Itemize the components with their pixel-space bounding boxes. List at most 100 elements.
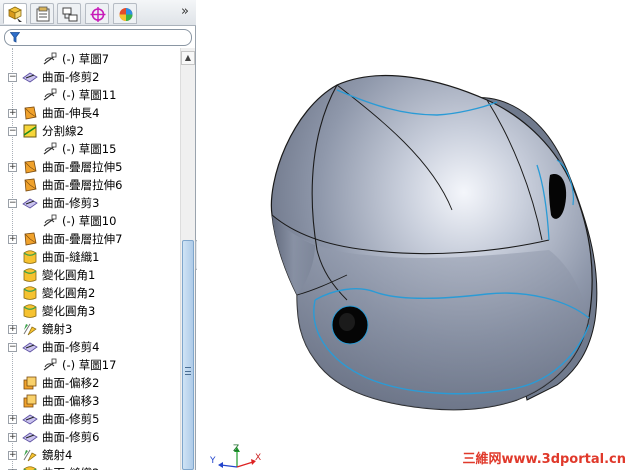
tab-dimxpert-manager[interactable] [85,3,109,24]
tree-item-label: 曲面-縫織1 [42,250,100,264]
axis-triad-icon: Z Y X [209,444,261,468]
tree-item[interactable]: − 分割線2 [0,122,180,140]
tree-item[interactable]: + 曲面-伸長4 [0,104,180,122]
tree-item-label: 變化圓角1 [42,268,96,282]
tree-item-label: 曲面-疊層拉伸5 [42,160,123,174]
expand-plus-icon[interactable]: + [8,235,17,244]
collapse-minus-icon[interactable]: − [8,73,17,82]
collapse-minus-icon[interactable]: − [8,127,17,136]
tree-item-label: 鏡射3 [42,322,73,336]
sketch-icon [42,51,58,67]
surface-knit-icon [22,465,38,470]
surface-loft-icon [22,231,38,247]
tree-item[interactable]: (-) 草圖15 [0,140,180,158]
surface-trim-icon [22,411,38,427]
expand-plus-icon[interactable]: + [8,451,17,460]
surface-offset-icon [22,375,38,391]
tree-item-label: 曲面-疊層拉伸7 [42,232,123,246]
surface-offset-icon [22,393,38,409]
collapse-minus-icon[interactable]: − [8,343,17,352]
surface-extrude-icon [22,105,38,121]
tree-item-label: 曲面-疊層拉伸6 [42,178,123,192]
feature-tree: (-) 草圖7 − 曲面-修剪2 (-) 草圖11 + 曲面-伸長4 − 分割線2 (-) 草圖… [0,48,180,470]
mirror-icon [22,321,38,337]
tree-item-label: (-) 草圖15 [62,142,117,156]
tree-item[interactable]: 曲面-偏移2 [0,374,180,392]
tree-scrollbar[interactable]: ▲ [180,48,195,470]
tree-item[interactable]: 變化圓角3 [0,302,180,320]
tree-item-label: 分割線2 [42,124,84,138]
expand-plus-icon[interactable]: + [8,433,17,442]
scrollbar-thumb[interactable] [182,240,194,470]
axis-y-label: Y [209,456,216,466]
tree-item-label: (-) 草圖7 [62,52,110,66]
axis-z-label: Z [233,444,239,454]
tree-item-label: (-) 草圖10 [62,214,117,228]
collapse-minus-icon[interactable]: − [8,199,17,208]
tree-item[interactable]: 變化圓角2 [0,284,180,302]
expand-plus-icon[interactable]: + [8,415,17,424]
panel-tab-bar: » [0,0,196,26]
axis-x-label: X [255,453,261,463]
tab-property-manager[interactable] [30,3,54,24]
sketch-icon [42,87,58,103]
app-window: » (-) 草圖7− 曲面-修剪2 (-) 草圖11 + 曲面-伸長4− 分割線2 (-) … [0,0,630,470]
tree-item-label: (-) 草圖17 [62,358,117,372]
tree-item[interactable]: (-) 草圖11 [0,86,180,104]
tree-item-label: 曲面-偏移3 [42,394,100,408]
graphics-viewport[interactable]: Z Y X 三維网www.3dportal.cn [197,0,630,470]
tree-item-label: 曲面-偏移2 [42,376,100,390]
tree-item[interactable]: (-) 草圖7 [0,50,180,68]
tree-item[interactable]: − 曲面-修剪3 [0,194,180,212]
surface-trim-icon [22,195,38,211]
tree-item[interactable]: + 鏡射3 [0,320,180,338]
tree-item-label: 曲面-縫織2 [42,464,99,470]
surface-trim-icon [22,429,38,445]
tree-item-label: 變化圓角2 [42,286,96,300]
tree-item[interactable]: (-) 草圖10 [0,212,180,230]
helmet-model[interactable] [197,0,630,470]
tree-item[interactable]: +曲面-縫織2 [0,464,180,470]
tree-item[interactable]: (-) 草圖17 [0,356,180,374]
tabs-overflow-button[interactable]: » [178,4,192,20]
scroll-up-arrow-icon[interactable]: ▲ [181,51,195,65]
filter-funnel-icon [10,32,20,43]
property-manager-icon [36,6,50,22]
expand-plus-icon[interactable]: + [8,325,17,334]
tree-filter-input[interactable] [4,29,192,46]
view-triad: Z Y X [207,443,267,470]
tree-item[interactable]: − 曲面-修剪2 [0,68,180,86]
sketch-icon [42,213,58,229]
tree-item[interactable]: 曲面-縫織1 [0,248,180,266]
variable-fillet-icon [22,285,38,301]
tree-item[interactable]: − 曲面-修剪4 [0,338,180,356]
feature-tree-icon [8,6,22,22]
tab-feature-manager[interactable] [3,3,27,24]
watermark-text: 三維网www.3dportal.cn [462,452,626,467]
tree-item-label: 曲面-伸長4 [42,106,100,120]
variable-fillet-icon [22,303,38,319]
tree-item-label: 變化圓角3 [42,304,96,318]
tree-item[interactable]: + 鏡射4 [0,446,180,464]
mirror-icon [22,447,38,463]
tree-item[interactable]: + 曲面-修剪5 [0,410,180,428]
tree-item[interactable]: 變化圓角1 [0,266,180,284]
tab-display-manager[interactable] [113,3,137,24]
variable-fillet-icon [22,267,38,283]
tree-item[interactable]: 曲面-偏移3 [0,392,180,410]
expand-plus-icon[interactable]: + [8,109,17,118]
tree-item[interactable]: + 曲面-疊層拉伸7 [0,230,180,248]
tree-item-label: 曲面-修剪6 [42,430,100,444]
appearance-ball-icon [119,8,133,21]
surface-trim-icon [22,339,38,355]
sketch-icon [42,357,58,373]
tab-configuration-manager[interactable] [57,3,81,24]
tree-item[interactable]: 曲面-疊層拉伸6 [0,176,180,194]
tree-item-label: 曲面-修剪4 [42,340,100,354]
expand-plus-icon[interactable]: + [8,163,17,172]
surface-loft-icon [22,177,38,193]
crosshair-target-icon [90,7,106,22]
tree-item-label: 鏡射4 [42,448,73,462]
tree-item[interactable]: + 曲面-疊層拉伸5 [0,158,180,176]
tree-item[interactable]: + 曲面-修剪6 [0,428,180,446]
